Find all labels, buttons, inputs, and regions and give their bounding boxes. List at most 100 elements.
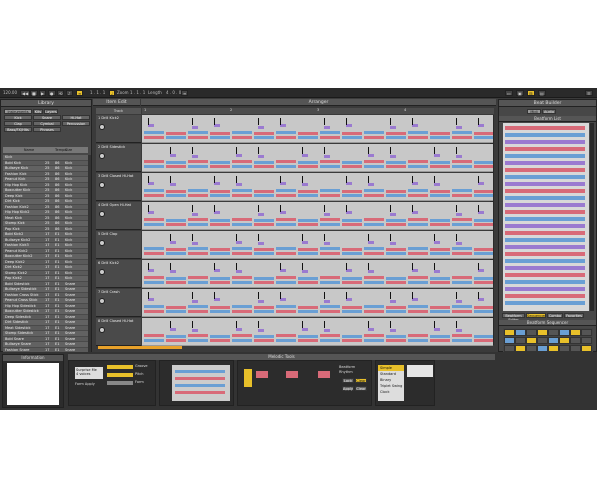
- note-bar[interactable]: [254, 132, 274, 135]
- track-lane-6[interactable]: [142, 260, 493, 288]
- sequencer-cell[interactable]: [504, 345, 515, 352]
- note-head[interactable]: [258, 155, 264, 158]
- note-bar[interactable]: [166, 277, 186, 280]
- note-bar[interactable]: [254, 248, 274, 251]
- note-bar[interactable]: [276, 160, 296, 163]
- note-bar[interactable]: [364, 339, 384, 342]
- note-bar[interactable]: [474, 165, 493, 168]
- note-bar[interactable]: [342, 277, 362, 280]
- beatform-editor-button[interactable]: Beatform Editor: [502, 313, 525, 322]
- note-bar[interactable]: [144, 189, 164, 192]
- filter-snare[interactable]: Snare: [33, 115, 61, 120]
- note-bar[interactable]: [474, 339, 493, 342]
- note-bar[interactable]: [364, 334, 384, 337]
- position-display[interactable]: 1 . 1 . 1: [90, 90, 105, 96]
- note-bar[interactable]: [474, 223, 493, 226]
- note-bar[interactable]: [452, 281, 472, 284]
- note-bar[interactable]: [210, 335, 230, 338]
- sequencer-cell[interactable]: [570, 329, 581, 336]
- note-bar[interactable]: [430, 223, 450, 226]
- note-bar[interactable]: [342, 306, 362, 309]
- note-bar[interactable]: [430, 281, 450, 284]
- note-bar[interactable]: [144, 165, 164, 168]
- note-bar[interactable]: [452, 218, 472, 221]
- note-bar[interactable]: [188, 223, 208, 226]
- note-bar[interactable]: [210, 277, 230, 280]
- note-bar[interactable]: [408, 281, 428, 284]
- note-bar[interactable]: [474, 277, 493, 280]
- lock-button[interactable]: Lock: [342, 378, 354, 383]
- sequencer-cell[interactable]: [504, 337, 515, 344]
- note-bar[interactable]: [254, 281, 274, 284]
- note-bar[interactable]: [188, 218, 208, 221]
- track-header-6[interactable]: 6 Drill Kick2: [96, 260, 141, 288]
- note-bar[interactable]: [232, 223, 252, 226]
- note-bar[interactable]: [210, 136, 230, 139]
- note-bar[interactable]: [188, 334, 208, 337]
- library-scrollbar[interactable]: [88, 155, 91, 355]
- sequencer-cell[interactable]: [526, 337, 537, 344]
- filter-instruments[interactable]: Instruments: [4, 109, 32, 114]
- note-bar[interactable]: [364, 310, 384, 313]
- beatform-item[interactable]: [505, 273, 585, 277]
- beatform-item[interactable]: [505, 147, 585, 151]
- note-bar[interactable]: [276, 131, 296, 134]
- note-bar[interactable]: [144, 194, 164, 197]
- note-bar[interactable]: [386, 161, 406, 164]
- note-bar[interactable]: [232, 131, 252, 134]
- note-bar[interactable]: [430, 161, 450, 164]
- rewind-button[interactable]: ◀◀: [20, 90, 31, 96]
- note-bar[interactable]: [188, 305, 208, 308]
- filter-percussion[interactable]: Percussion: [62, 121, 90, 126]
- track-header-4[interactable]: 4 Drill Open Hi-Hat: [96, 202, 141, 230]
- filter-kits[interactable]: Kits: [33, 109, 43, 114]
- note-head[interactable]: [434, 154, 440, 157]
- note-head[interactable]: [258, 126, 264, 129]
- note-bar[interactable]: [386, 252, 406, 255]
- note-bar[interactable]: [254, 339, 274, 342]
- note-bar[interactable]: [474, 310, 493, 313]
- favorites-button[interactable]: Favorites: [564, 313, 584, 318]
- beatform-item[interactable]: [505, 280, 585, 284]
- loop-button[interactable]: ⟲: [57, 90, 65, 96]
- note-bar[interactable]: [474, 248, 493, 251]
- note-head[interactable]: [324, 213, 330, 216]
- beatform-item[interactable]: [505, 203, 585, 207]
- note-bar[interactable]: [342, 190, 362, 193]
- note-bar[interactable]: [386, 136, 406, 139]
- sequencer-cell[interactable]: [526, 345, 537, 352]
- beatform-item[interactable]: [505, 266, 585, 270]
- note-bar[interactable]: [408, 189, 428, 192]
- note-head[interactable]: [258, 329, 264, 332]
- note-head[interactable]: [170, 154, 176, 157]
- note-head[interactable]: [324, 242, 330, 245]
- note-bar[interactable]: [386, 194, 406, 197]
- note-bar[interactable]: [342, 194, 362, 197]
- note-bar[interactable]: [320, 136, 340, 139]
- track-header-8[interactable]: 8 Drill Closed Hi-Hat: [96, 318, 141, 346]
- col-name[interactable]: Name: [3, 147, 55, 153]
- stop-button[interactable]: ■: [30, 90, 38, 96]
- track-header-5[interactable]: 5 Drill Clap: [96, 231, 141, 259]
- note-head[interactable]: [368, 270, 374, 273]
- sequencer-cell[interactable]: [559, 345, 570, 352]
- col-size[interactable]: Size: [65, 147, 75, 153]
- horizontal-scrollbar[interactable]: [98, 346, 182, 349]
- note-bar[interactable]: [254, 219, 274, 222]
- note-bar[interactable]: [188, 252, 208, 255]
- note-bar[interactable]: [474, 194, 493, 197]
- note-head[interactable]: [236, 241, 242, 244]
- note-bar[interactable]: [320, 247, 340, 250]
- note-bar[interactable]: [188, 136, 208, 139]
- note-bar[interactable]: [276, 165, 296, 168]
- beatform-item[interactable]: [505, 133, 585, 137]
- note-bar[interactable]: [276, 281, 296, 284]
- note-bar[interactable]: [474, 306, 493, 309]
- note-bar[interactable]: [298, 219, 318, 222]
- note-bar[interactable]: [430, 252, 450, 255]
- note-bar[interactable]: [320, 334, 340, 337]
- beatform-item[interactable]: [505, 126, 585, 130]
- note-bar[interactable]: [320, 252, 340, 255]
- note-bar[interactable]: [210, 165, 230, 168]
- note-head[interactable]: [390, 213, 396, 216]
